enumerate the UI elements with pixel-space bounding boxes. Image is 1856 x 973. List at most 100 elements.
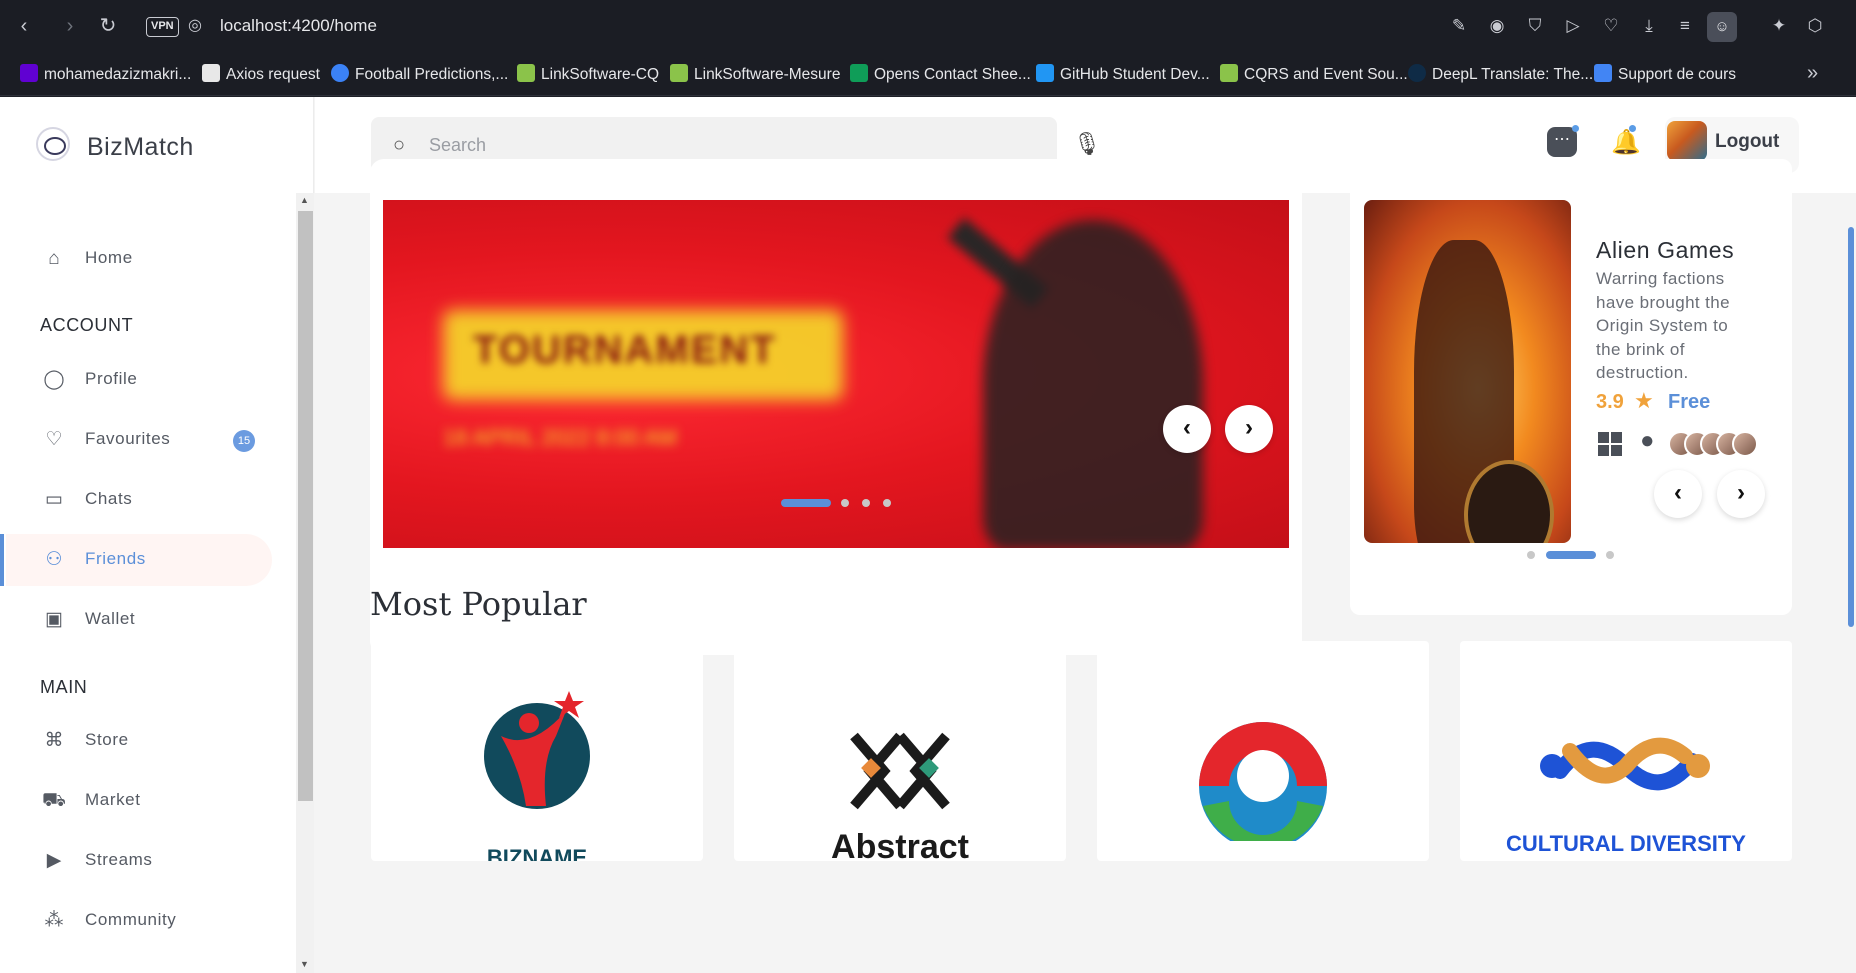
app-viewport: BizMatch ⌂ Home ACCOUNT ◯ Profile ♡ Favo…: [0, 97, 1856, 973]
camera-icon[interactable]: ◉: [1486, 15, 1508, 37]
game-pager-active[interactable]: [1546, 551, 1596, 559]
scroll-down-icon[interactable]: ▼: [300, 959, 309, 969]
bookmark-item[interactable]: mohamedazizmakri...: [20, 64, 191, 86]
sphere-logo-icon: [1199, 722, 1327, 850]
popular-card-name: CULTURAL DIVERSITY: [1506, 831, 1746, 856]
download-icon[interactable]: ⤓: [1638, 15, 1660, 37]
home-icon: ⌂: [48, 248, 60, 269]
reload-icon[interactable]: ↻: [96, 14, 120, 38]
heart-icon[interactable]: ♡: [1600, 15, 1622, 37]
wallet-icon: ▣: [45, 609, 63, 630]
banner-pager-dot[interactable]: [883, 499, 891, 507]
sidebar-item-market[interactable]: ⛟ Market: [6, 775, 272, 827]
address-bar[interactable]: localhost:4200/home: [220, 16, 377, 36]
bookmark-item[interactable]: GitHub Student Dev...: [1036, 64, 1210, 86]
microphone-icon[interactable]: 🎙: [1073, 131, 1101, 159]
messages-icon[interactable]: ⋯: [1547, 127, 1577, 157]
featured-game-title: Alien Games: [1596, 237, 1735, 263]
sidebar-item-store[interactable]: ⌘ Store: [6, 715, 272, 767]
main-scrollbar-thumb[interactable]: [1848, 227, 1854, 627]
banner-pager-active[interactable]: [781, 499, 831, 507]
bookmark-item[interactable]: Support de cours: [1594, 64, 1736, 86]
apple-icon: ●: [1640, 427, 1655, 454]
avatar[interactable]: [1667, 121, 1707, 161]
sidebar-item-favourites[interactable]: ♡ Favourites 15: [6, 414, 272, 466]
bookmark-item[interactable]: DeepL Translate: The...: [1408, 64, 1593, 86]
sidebar: BizMatch ⌂ Home ACCOUNT ◯ Profile ♡ Favo…: [0, 97, 314, 973]
cube-icon[interactable]: ⬡: [1804, 15, 1826, 37]
game-next-button[interactable]: ›: [1717, 470, 1765, 518]
main-section-title: MAIN: [40, 677, 88, 697]
sidebar-item-label: Store: [85, 730, 129, 749]
popular-card-name: BIZNAME: [486, 845, 588, 861]
popular-card[interactable]: [1097, 641, 1429, 861]
users-icon: ⚇: [45, 549, 63, 570]
game-pager-dot[interactable]: [1527, 551, 1535, 559]
sidebar-item-chats[interactable]: ▭ Chats: [6, 474, 272, 526]
bookmark-item[interactable]: LinkSoftware-Mesure: [670, 64, 840, 86]
featured-game-image[interactable]: [1364, 200, 1571, 543]
bookmark-item[interactable]: CQRS and Event Sou...: [1220, 64, 1408, 86]
search-icon: ○: [393, 134, 406, 156]
sidebar-item-friends[interactable]: ⚇ Friends: [0, 534, 272, 586]
banner-figure: [983, 220, 1203, 548]
bookmark-item[interactable]: Axios request: [202, 64, 320, 86]
sidebar-item-label: Wallet: [85, 609, 136, 628]
banner-pager-dot[interactable]: [862, 499, 870, 507]
scroll-up-icon[interactable]: ▲: [300, 195, 309, 205]
bookmark-item[interactable]: Football Predictions,...: [331, 64, 508, 86]
bizname-logo-icon: [484, 691, 590, 809]
bookmarks-overflow-icon[interactable]: »: [1807, 62, 1818, 85]
play-icon[interactable]: ▷: [1562, 15, 1584, 37]
banner-pager-dot[interactable]: [841, 499, 849, 507]
bookmark-item[interactable]: Opens Contact Shee...: [850, 64, 1031, 86]
globe-icon: ◎: [188, 17, 202, 34]
sidebar-item-profile[interactable]: ◯ Profile: [6, 354, 272, 406]
extension-icon[interactable]: ✦: [1768, 15, 1790, 37]
featured-game-description: Warring factions have brought the Origin…: [1596, 269, 1730, 382]
star-icon: ★: [1634, 388, 1654, 413]
bookmark-item[interactable]: LinkSoftware-CQ: [517, 64, 659, 86]
featured-game-price: Free: [1668, 391, 1711, 413]
sidebar-item-streams[interactable]: ▶ Streams: [6, 835, 272, 887]
banner-prev-button[interactable]: ‹: [1163, 405, 1211, 453]
sidebar-item-wallet[interactable]: ▣ Wallet: [6, 594, 272, 646]
sidebar-item-label: Profile: [85, 369, 138, 388]
logout-button[interactable]: Logout: [1715, 131, 1779, 153]
search-input[interactable]: [429, 130, 1029, 160]
popular-card[interactable]: BIZNAME: [371, 641, 703, 861]
forward-icon[interactable]: ›: [58, 14, 82, 38]
sidebar-scrollbar-thumb[interactable]: [298, 211, 313, 801]
sidebar-item-label: Market: [85, 790, 141, 809]
abstract-logo-icon: [850, 732, 950, 810]
game-pager-dot[interactable]: [1606, 551, 1614, 559]
messages-unread-dot: [1572, 125, 1579, 132]
basket-icon: ⛟: [42, 790, 66, 811]
section-title-most-popular: Most Popular: [370, 585, 587, 623]
game-prev-button[interactable]: ‹: [1654, 470, 1702, 518]
shield-icon[interactable]: ⛉: [1524, 15, 1546, 37]
edit-icon[interactable]: ✎: [1448, 15, 1470, 37]
back-icon[interactable]: ‹: [12, 14, 36, 38]
banner-image[interactable]: TOURNAMENT 18 APRIL 2022 8:00 AM: [383, 200, 1289, 548]
profile-icon[interactable]: ☺: [1707, 12, 1737, 42]
popular-card[interactable]: CULTURAL DIVERSITY: [1460, 641, 1792, 861]
popular-card-name: Abstract: [831, 828, 969, 861]
user-circle-icon: ◯: [43, 369, 65, 390]
popular-card[interactable]: Abstract: [734, 641, 1066, 861]
bookmarks-bar: mohamedazizmakri... Axios request Footba…: [0, 54, 1856, 96]
menu-icon[interactable]: ≡: [1674, 15, 1696, 37]
sidebar-item-label: Favourites: [85, 429, 171, 448]
bell-icon[interactable]: 🔔: [1611, 128, 1641, 158]
vpn-badge[interactable]: VPN: [146, 17, 179, 37]
sidebar-item-label: Community: [85, 910, 177, 929]
browser-toolbar: ‹ › ↻ VPN ◎ localhost:4200/home ✎ ◉ ⛉ ▷ …: [0, 0, 1856, 54]
community-icon: ⁂: [44, 910, 64, 931]
sidebar-item-home[interactable]: ⌂ Home: [6, 233, 272, 285]
logo-icon: [36, 127, 70, 161]
favourites-count-badge: 15: [233, 430, 255, 452]
sidebar-item-community[interactable]: ⁂ Community: [6, 895, 272, 947]
sidebar-item-label: Friends: [85, 549, 146, 568]
banner-next-button[interactable]: ›: [1225, 405, 1273, 453]
player-avatar: [1732, 431, 1758, 457]
